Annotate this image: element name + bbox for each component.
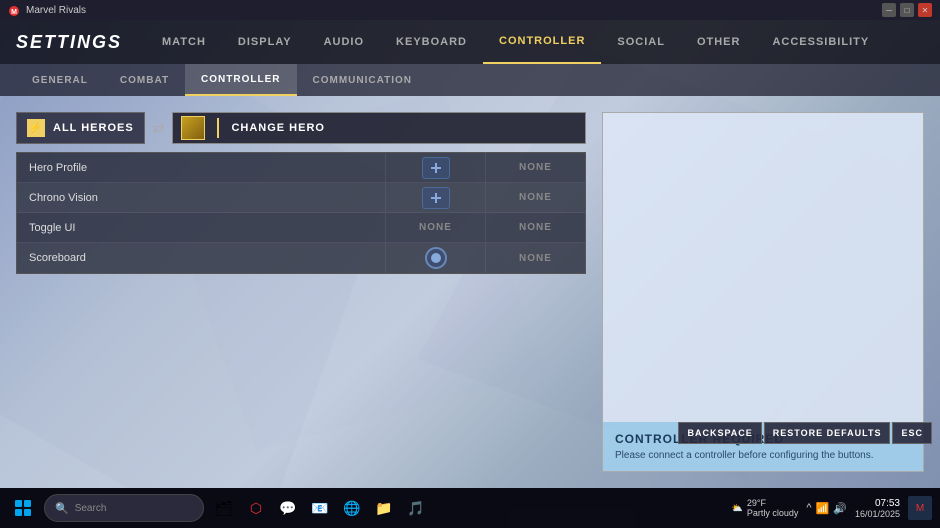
tab-other[interactable]: OTHER (681, 20, 757, 64)
binding-cell-secondary[interactable]: NONE (485, 183, 585, 212)
app-icon: M (8, 4, 20, 16)
binding-button[interactable] (422, 187, 450, 209)
change-hero-button[interactable]: CHANGE HERO (172, 112, 586, 144)
maximize-button[interactable]: □ (900, 3, 914, 17)
backspace-button[interactable]: BACKSPACE (678, 422, 761, 444)
settings-header: SETTINGS MATCH DISPLAY AUDIO KEYBOARD CO… (0, 20, 940, 64)
binding-circle[interactable] (425, 247, 447, 269)
taskbar-app-4[interactable]: 📧 (306, 494, 334, 522)
taskbar-app-3[interactable]: 💬 (274, 494, 302, 522)
nav-tabs: MATCH DISPLAY AUDIO KEYBOARD CONTROLLER … (146, 20, 885, 64)
svg-text:M: M (11, 9, 17, 16)
binding-cell-primary[interactable] (385, 183, 485, 212)
game-thumbnail: M (908, 496, 932, 520)
binding-cell-primary[interactable] (385, 153, 485, 182)
left-panel: ⚡ ALL HEROES ⇄ CHANGE HERO Hero Profile (16, 112, 586, 472)
minimize-button[interactable]: ─ (882, 3, 896, 17)
binding-cell-secondary[interactable]: NONE (485, 243, 585, 273)
title-bar: M Marvel Rivals ─ □ ✕ (0, 0, 940, 20)
esc-button[interactable]: ESC (892, 422, 932, 444)
table-row: Toggle UI NONE NONE (17, 213, 585, 243)
heroes-icon: ⚡ (27, 119, 45, 137)
taskbar-app-5[interactable]: 🌐 (338, 494, 366, 522)
taskbar-app-1[interactable]: 🗂 (210, 494, 238, 522)
title-text: Marvel Rivals (26, 5, 86, 16)
controller-required-text: Please connect a controller before confi… (615, 450, 911, 461)
hero-selector: ⚡ ALL HEROES ⇄ CHANGE HERO (16, 112, 586, 144)
binding-cell-primary[interactable] (385, 243, 485, 273)
taskbar-app-6[interactable]: 📁 (370, 494, 398, 522)
sub-tabs: GENERAL COMBAT CONTROLLER COMMUNICATION (0, 64, 940, 96)
clock: 07:53 16/01/2025 (855, 498, 900, 519)
weather-widget: ⛅ 29°F Partly cloudy (732, 498, 799, 518)
tab-match[interactable]: MATCH (146, 20, 222, 64)
binding-button[interactable] (422, 157, 450, 179)
bottom-bar: BACKSPACE RESTORE DEFAULTS ESC (670, 418, 940, 448)
start-button[interactable] (8, 493, 38, 523)
system-tray: ^ 📶 🔊 (806, 502, 847, 515)
table-row: Scoreboard NONE (17, 243, 585, 273)
table-row: Hero Profile NONE (17, 153, 585, 183)
subtab-combat[interactable]: COMBAT (104, 64, 185, 96)
swap-icon: ⇄ (145, 120, 173, 137)
clock-time: 07:53 (855, 498, 900, 509)
weather-icon: ⛅ (732, 503, 743, 514)
hero-portrait (181, 116, 205, 140)
tab-keyboard[interactable]: KEYBOARD (380, 20, 483, 64)
taskbar: 🔍 Search 🗂 ⬡ 💬 📧 🌐 📁 🎵 (0, 488, 940, 528)
taskbar-app-2[interactable]: ⬡ (242, 494, 270, 522)
settings-title: SETTINGS (16, 32, 122, 53)
taskbar-right: ⛅ 29°F Partly cloudy ^ 📶 🔊 07:53 16/01/2… (732, 496, 932, 520)
taskbar-left: 🔍 Search 🗂 ⬡ 💬 📧 🌐 📁 🎵 (8, 493, 430, 523)
tray-icon-1: ^ (806, 502, 811, 514)
settings-window: SETTINGS MATCH DISPLAY AUDIO KEYBOARD CO… (0, 20, 940, 488)
subtab-communication[interactable]: COMMUNICATION (297, 64, 428, 96)
title-bar-controls[interactable]: ─ □ ✕ (882, 3, 932, 17)
windows-icon (15, 500, 31, 516)
all-heroes-button[interactable]: ⚡ ALL HEROES (16, 112, 145, 144)
network-icon: 📶 (816, 502, 830, 515)
title-bar-left: M Marvel Rivals (8, 4, 86, 16)
volume-icon: 🔊 (833, 502, 847, 515)
subtab-controller[interactable]: CONTROLLER (185, 64, 296, 96)
search-bar[interactable]: 🔍 Search (44, 494, 204, 522)
binding-cell-secondary[interactable]: NONE (485, 213, 585, 242)
close-button[interactable]: ✕ (918, 3, 932, 17)
binding-circle-inner (431, 253, 441, 263)
binding-cell-secondary[interactable]: NONE (485, 153, 585, 182)
taskbar-app-7[interactable]: 🎵 (402, 494, 430, 522)
subtab-general[interactable]: GENERAL (16, 64, 104, 96)
tab-social[interactable]: SOCIAL (601, 20, 681, 64)
weather-desc: Partly cloudy (747, 508, 799, 518)
table-row: Chrono Vision NONE (17, 183, 585, 213)
tab-accessibility[interactable]: ACCESSIBILITY (756, 20, 885, 64)
tab-display[interactable]: DISPLAY (222, 20, 308, 64)
weather-temp: 29°F (747, 498, 799, 508)
taskbar-apps: 🗂 ⬡ 💬 📧 🌐 📁 🎵 (210, 494, 430, 522)
settings-table: Hero Profile NONE Chrono Vision (16, 152, 586, 274)
divider (217, 118, 219, 138)
restore-defaults-button[interactable]: RESTORE DEFAULTS (764, 422, 891, 444)
tab-controller[interactable]: CONTROLLER (483, 20, 601, 64)
tab-audio[interactable]: AUDIO (308, 20, 380, 64)
binding-cell-primary[interactable]: NONE (385, 213, 485, 242)
clock-date: 16/01/2025 (855, 509, 900, 519)
